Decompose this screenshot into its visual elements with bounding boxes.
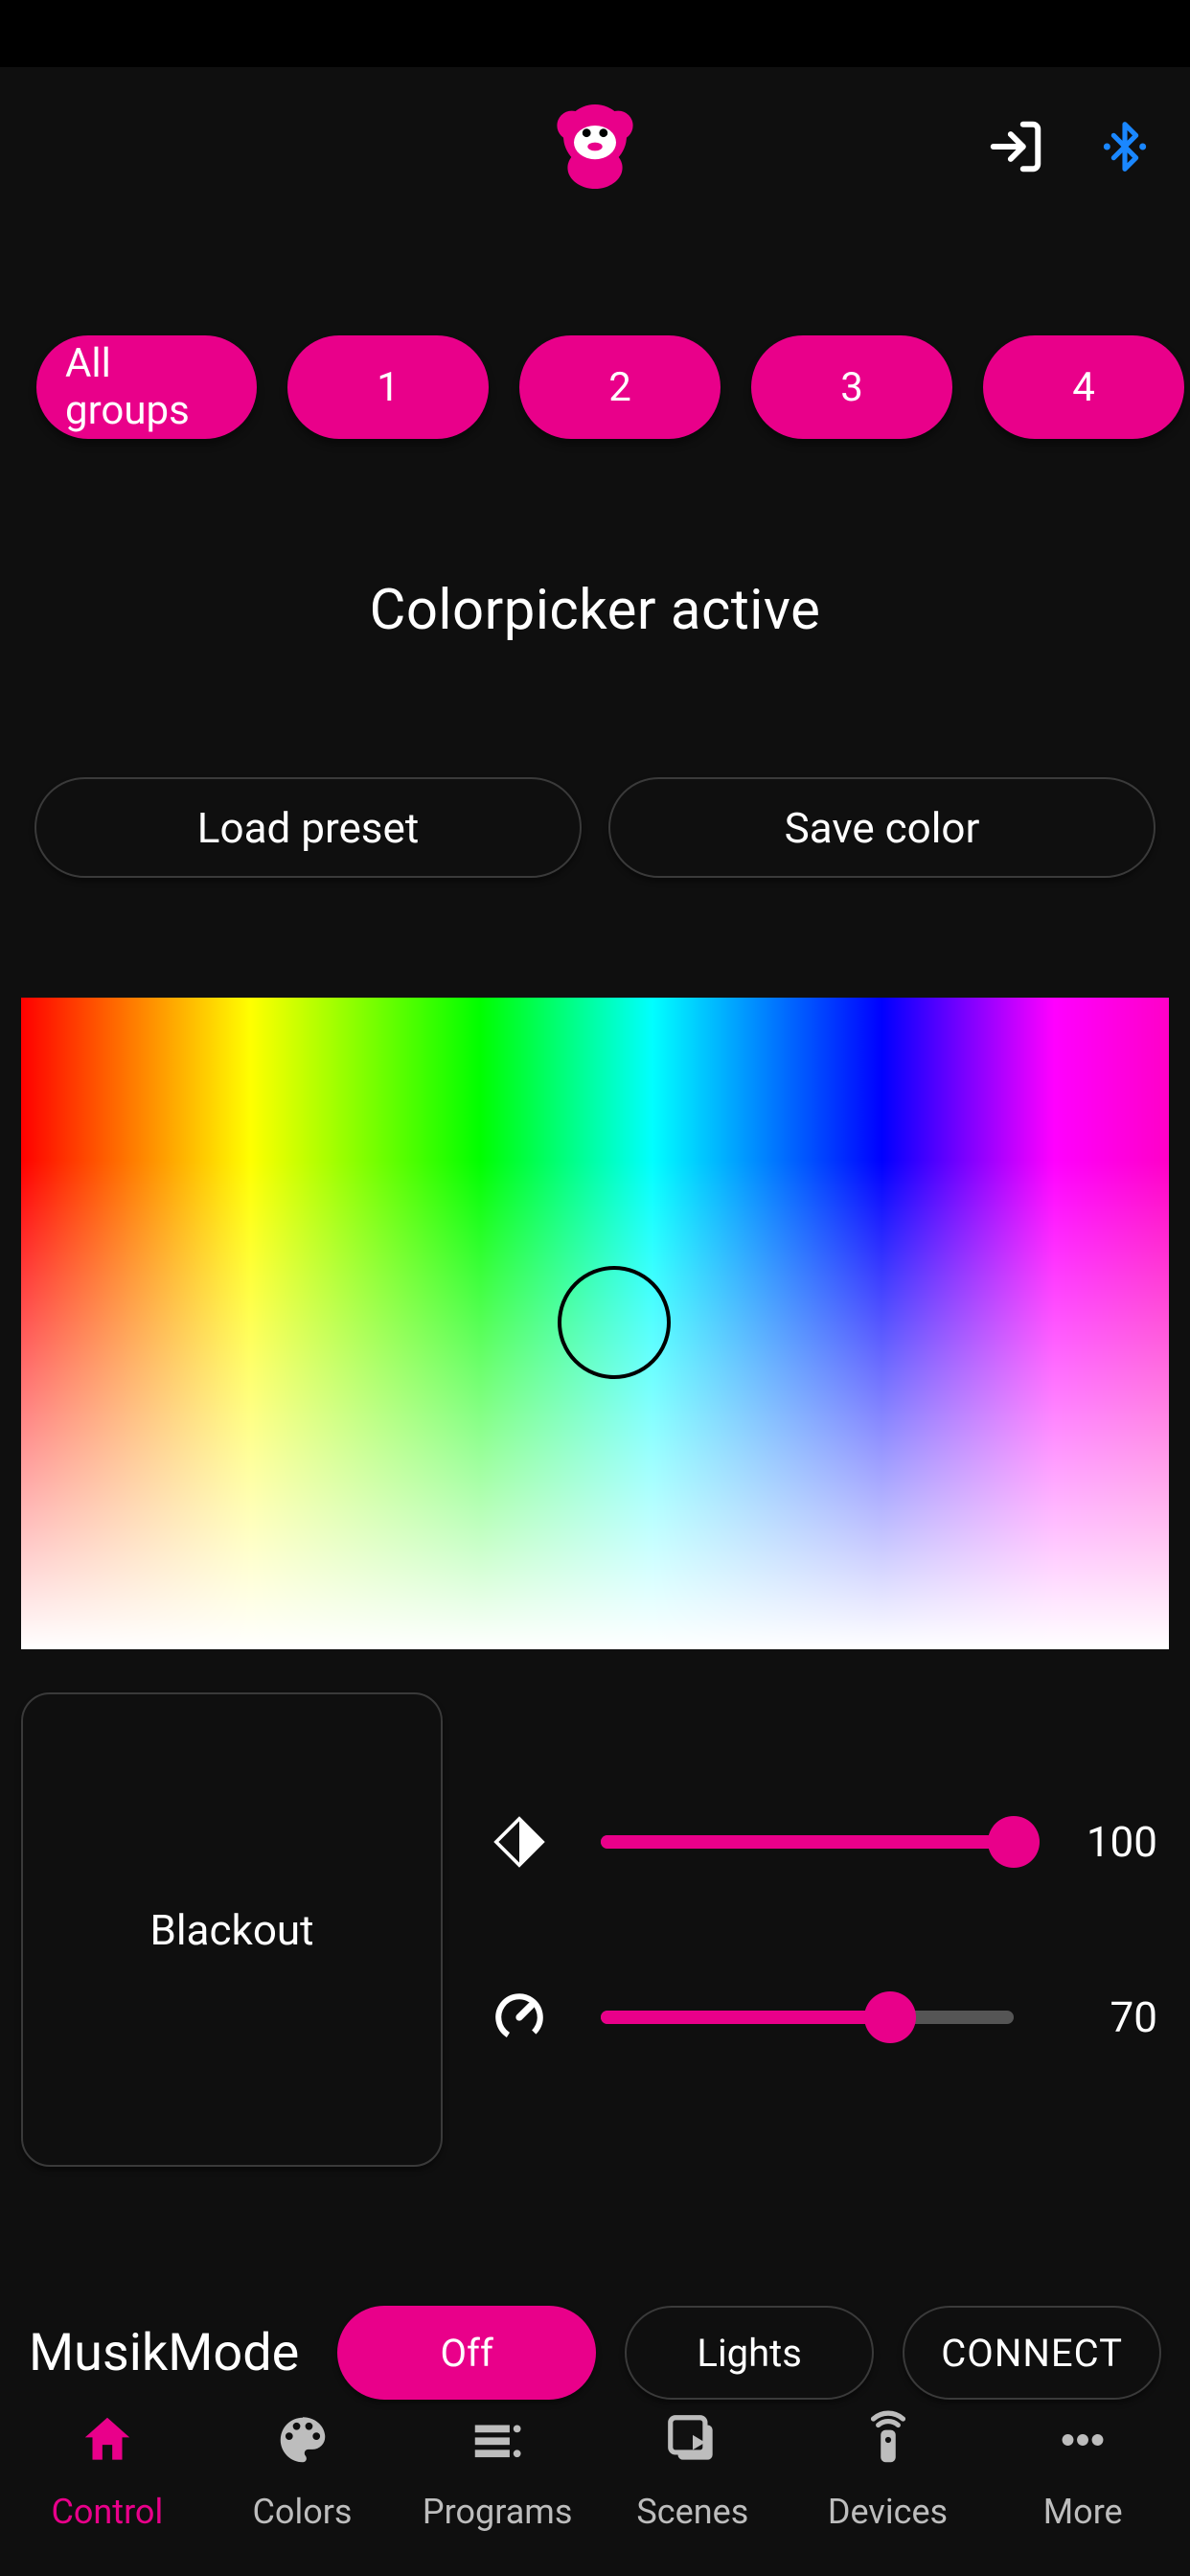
tab-colors[interactable]: Colors bbox=[205, 2410, 400, 2532]
group-2[interactable]: 2 bbox=[519, 335, 721, 439]
remote-icon bbox=[858, 2410, 918, 2478]
monkey-logo bbox=[542, 94, 648, 199]
bottom-tab-bar: Control Colors Programs Scenes Devices M… bbox=[0, 2375, 1190, 2576]
app-header bbox=[0, 67, 1190, 225]
music-lights-label: Lights bbox=[697, 2331, 802, 2376]
speed-value: 70 bbox=[1066, 1992, 1157, 2042]
tab-programs[interactable]: Programs bbox=[400, 2410, 595, 2532]
group-4-label: 4 bbox=[1072, 364, 1095, 411]
tab-more[interactable]: More bbox=[985, 2410, 1180, 2532]
color-picker[interactable] bbox=[21, 998, 1169, 1649]
blackout-button[interactable]: Blackout bbox=[21, 1692, 443, 2167]
brightness-value: 100 bbox=[1066, 1817, 1157, 1867]
sliders: 100 70 bbox=[491, 1692, 1169, 2167]
save-color-button[interactable]: Save color bbox=[608, 777, 1156, 878]
tab-colors-label: Colors bbox=[252, 2492, 352, 2532]
speed-slider[interactable] bbox=[601, 2011, 1014, 2024]
speed-fill bbox=[601, 2011, 890, 2024]
brightness-icon bbox=[491, 1814, 548, 1870]
group-all[interactable]: All groups bbox=[36, 335, 257, 439]
speed-icon bbox=[491, 1990, 548, 2045]
tab-scenes-label: Scenes bbox=[636, 2492, 748, 2532]
blackout-label: Blackout bbox=[149, 1905, 313, 1955]
palette-icon bbox=[273, 2410, 332, 2478]
mid-section: Blackout 100 bbox=[0, 1649, 1190, 2167]
status-bar bbox=[0, 0, 1190, 67]
group-1-label: 1 bbox=[377, 364, 400, 411]
tab-devices-label: Devices bbox=[828, 2492, 948, 2532]
group-2-label: 2 bbox=[608, 364, 631, 411]
group-all-label: All groups bbox=[65, 340, 228, 434]
color-picker-thumb[interactable] bbox=[558, 1266, 671, 1379]
bluetooth-icon[interactable] bbox=[1098, 120, 1152, 173]
brightness-fill bbox=[601, 1835, 1014, 1849]
page-title: Colorpicker active bbox=[0, 578, 1190, 643]
home-icon bbox=[78, 2410, 137, 2478]
preset-row: Load preset Save color bbox=[0, 777, 1190, 878]
music-off-label: Off bbox=[441, 2331, 493, 2376]
more-icon bbox=[1053, 2410, 1112, 2478]
tab-control-label: Control bbox=[51, 2492, 163, 2532]
save-color-label: Save color bbox=[785, 803, 980, 853]
login-icon[interactable] bbox=[986, 117, 1045, 176]
list-icon bbox=[468, 2410, 527, 2478]
brightness-slider[interactable] bbox=[601, 1835, 1014, 1849]
scenes-icon bbox=[663, 2410, 722, 2478]
music-connect-label: CONNECT bbox=[941, 2331, 1123, 2376]
group-3-label: 3 bbox=[840, 364, 863, 411]
group-selector: All groups 1 2 3 4 bbox=[0, 225, 1190, 439]
brightness-row: 100 bbox=[491, 1814, 1157, 1870]
load-preset-label: Load preset bbox=[197, 803, 419, 853]
speed-row: 70 bbox=[491, 1990, 1157, 2045]
group-3[interactable]: 3 bbox=[751, 335, 952, 439]
speed-thumb[interactable] bbox=[864, 1991, 916, 2043]
brightness-thumb[interactable] bbox=[988, 1816, 1040, 1868]
group-4[interactable]: 4 bbox=[983, 335, 1184, 439]
tab-programs-label: Programs bbox=[423, 2492, 573, 2532]
group-1[interactable]: 1 bbox=[287, 335, 489, 439]
tab-devices[interactable]: Devices bbox=[790, 2410, 986, 2532]
tab-more-label: More bbox=[1043, 2492, 1123, 2532]
load-preset-button[interactable]: Load preset bbox=[34, 777, 582, 878]
tab-scenes[interactable]: Scenes bbox=[595, 2410, 790, 2532]
tab-control[interactable]: Control bbox=[10, 2410, 205, 2532]
